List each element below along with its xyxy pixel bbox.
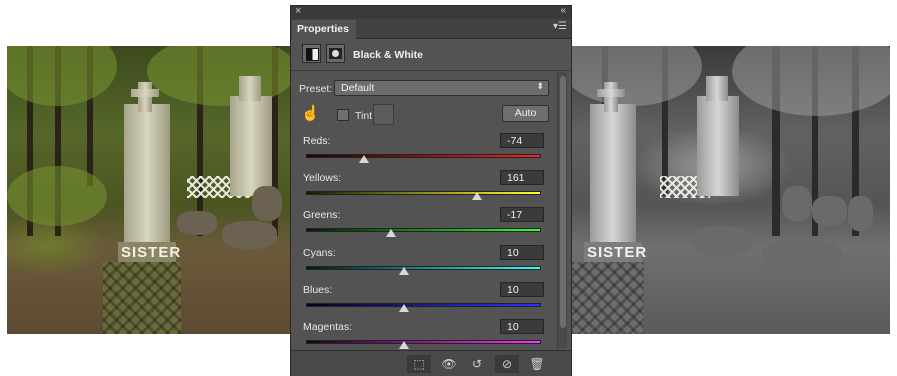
- slider-value-field[interactable]: 161: [500, 170, 544, 185]
- slider-label: Yellows:: [303, 172, 342, 184]
- panel-titlebar: × «: [291, 5, 571, 19]
- rock: [812, 196, 847, 226]
- properties-panel: × « Properties ▾☰ Black & White Preset: …: [290, 5, 572, 376]
- slider-thumb[interactable]: [399, 267, 410, 275]
- targeted-adjustment-hand-icon[interactable]: ☝: [301, 105, 320, 123]
- preset-value: Default: [341, 82, 375, 94]
- auto-button[interactable]: Auto: [502, 105, 549, 122]
- obelisk-stone: [697, 96, 739, 196]
- black-white-adjustment-icon[interactable]: [302, 44, 321, 63]
- trash-icon[interactable]: 🗑: [525, 355, 549, 373]
- obelisk-top: [706, 76, 728, 101]
- panel-footer: ⬚ 👁 ↺ ⊘ 🗑: [291, 350, 571, 376]
- rock: [222, 221, 277, 249]
- sister-plaque: SISTER: [584, 242, 646, 263]
- rock: [848, 196, 873, 231]
- slider-track[interactable]: [306, 266, 541, 270]
- slider-label: Reds:: [303, 135, 331, 147]
- slider-thumb[interactable]: [471, 192, 482, 200]
- foliage: [7, 166, 107, 226]
- slider-thumb[interactable]: [386, 229, 397, 237]
- slider-track[interactable]: [306, 154, 541, 158]
- obelisk-stone: [230, 96, 272, 196]
- preset-dropdown[interactable]: Default ⬍: [334, 80, 549, 96]
- rock: [177, 211, 217, 235]
- preset-label: Preset:: [299, 83, 333, 95]
- cross-bar: [597, 89, 625, 97]
- stone-base: [103, 262, 181, 334]
- slider-value-field[interactable]: 10: [500, 319, 544, 334]
- slider-track[interactable]: [306, 191, 541, 195]
- rock: [252, 186, 282, 221]
- color-photo: SISTER: [7, 46, 290, 334]
- slider-thumb[interactable]: [399, 304, 410, 312]
- slider-value-field[interactable]: 10: [500, 245, 544, 260]
- foliage: [7, 46, 117, 106]
- reset-icon[interactable]: ↺: [465, 355, 489, 373]
- slider-label: Cyans:: [303, 247, 336, 259]
- rock: [692, 226, 752, 256]
- tab-properties[interactable]: Properties: [292, 20, 356, 39]
- slider-track[interactable]: [306, 303, 541, 307]
- adjustment-title: Black & White: [353, 49, 424, 61]
- headstone: [590, 104, 636, 244]
- cross-post: [138, 82, 152, 112]
- tint-checkbox[interactable]: [337, 109, 349, 121]
- cross-post: [604, 82, 618, 112]
- panel-scrollbar[interactable]: [557, 72, 567, 348]
- divider: [291, 70, 571, 71]
- headstone: [124, 104, 170, 244]
- slider-thumb[interactable]: [359, 155, 370, 163]
- slider-value-field[interactable]: -74: [500, 133, 544, 148]
- collapse-icon[interactable]: «: [560, 5, 566, 16]
- rock: [782, 186, 812, 221]
- slider-thumb[interactable]: [399, 341, 410, 349]
- foliage: [572, 46, 702, 106]
- dropdown-arrows-icon: ⬍: [536, 81, 544, 91]
- mask-icon[interactable]: [326, 44, 345, 63]
- stone-base: [572, 262, 644, 334]
- panel-tab-row: Properties ▾☰: [291, 19, 571, 39]
- slider-track[interactable]: [306, 228, 541, 232]
- tint-label: Tint: [355, 110, 373, 122]
- tint-color-swatch[interactable]: [373, 104, 394, 125]
- sister-plaque: SISTER: [118, 242, 180, 263]
- foliage: [732, 46, 890, 116]
- close-icon[interactable]: ×: [295, 5, 301, 17]
- visibility-icon[interactable]: ⊘: [495, 355, 519, 373]
- slider-label: Magentas:: [303, 321, 353, 333]
- view-previous-state-icon[interactable]: 👁: [437, 355, 461, 373]
- slider-label: Blues:: [303, 284, 333, 296]
- rock: [762, 241, 842, 271]
- clip-to-layer-icon[interactable]: ⬚: [407, 355, 431, 373]
- slider-label: Greens:: [303, 209, 341, 221]
- slider-value-field[interactable]: -17: [500, 207, 544, 222]
- panel-menu-icon[interactable]: ▾☰: [553, 21, 567, 32]
- scrollbar-thumb[interactable]: [560, 76, 566, 328]
- grayscale-photo: SISTER: [572, 46, 890, 334]
- cross-bar: [131, 89, 159, 97]
- slider-value-field[interactable]: 10: [500, 282, 544, 297]
- slider-track[interactable]: [306, 340, 541, 344]
- obelisk-top: [239, 76, 261, 101]
